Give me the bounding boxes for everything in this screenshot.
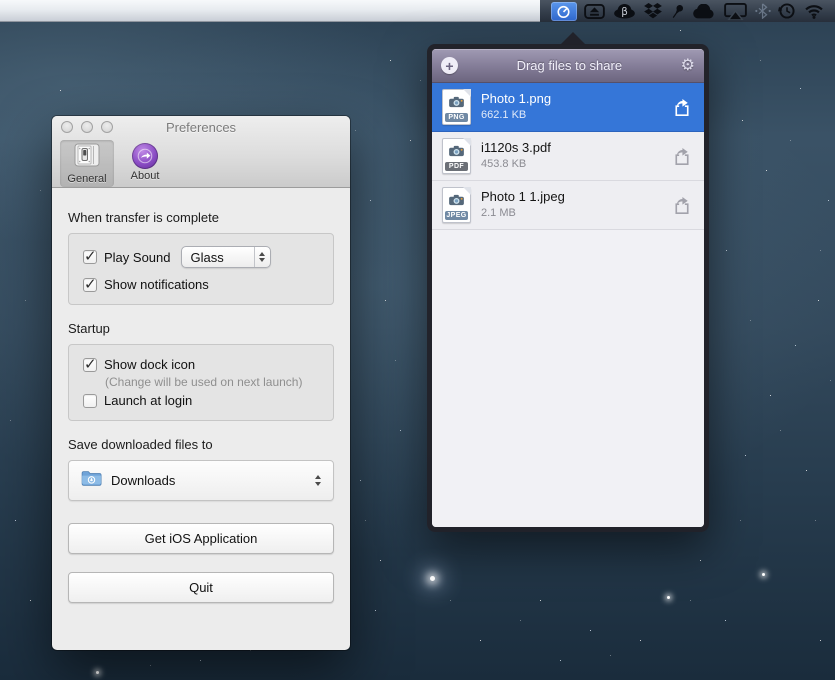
zoom-button[interactable] [101, 121, 113, 133]
pushpin-icon[interactable] [670, 0, 685, 22]
bright-star [430, 576, 435, 581]
launch-at-login-label: Launch at login [104, 393, 192, 408]
down-arrow-icon [315, 482, 321, 486]
time-machine-icon[interactable] [778, 0, 796, 22]
play-sound-label: Play Sound [104, 250, 171, 265]
sound-select-stepper [254, 247, 270, 267]
file-info: Photo 1 1.jpeg 2.1 MB [481, 189, 672, 220]
file-row[interactable]: JPEG Photo 1 1.jpeg 2.1 MB [432, 181, 704, 230]
bright-star [96, 671, 99, 674]
folder-select-stepper [315, 475, 321, 486]
droplr-app-icon[interactable] [551, 0, 577, 22]
file-size: 2.1 MB [481, 206, 672, 220]
wifi-icon[interactable] [804, 0, 824, 22]
file-size: 662.1 KB [481, 108, 672, 122]
png-file-icon: PNG [442, 89, 471, 125]
preferences-header: Preferences General About [52, 116, 350, 188]
get-ios-application-button[interactable]: Get iOS Application [68, 523, 334, 554]
startup-groupbox: Show dock icon (Change will be used on n… [68, 344, 334, 421]
jpeg-file-icon: JPEG [442, 187, 471, 223]
show-dock-icon-checkbox[interactable] [83, 358, 97, 372]
eject-icon[interactable] [584, 0, 605, 22]
add-file-button[interactable]: + [441, 57, 458, 74]
save-folder-value: Downloads [111, 473, 315, 488]
tab-about[interactable]: About [118, 140, 172, 184]
file-info: Photo 1.png 662.1 KB [481, 91, 672, 122]
file-row[interactable]: PDF i1120s 3.pdf 453.8 KB [432, 132, 704, 181]
transfer-groupbox: Play Sound Glass Show notifications [68, 233, 334, 305]
dock-icon-note: (Change will be used on next launch) [105, 375, 319, 389]
cloud-icon[interactable] [692, 0, 716, 22]
menu-bar-empty-area [0, 0, 540, 22]
airplay-icon[interactable] [724, 0, 747, 22]
droplr-app-icon-highlight [551, 2, 577, 21]
bright-star [762, 573, 765, 576]
bright-star [667, 596, 670, 599]
title-bar[interactable]: Preferences [52, 116, 350, 138]
about-icon [132, 143, 158, 169]
play-sound-checkbox[interactable] [83, 250, 97, 264]
popover-title: Drag files to share [458, 58, 681, 73]
beta-hat-icon[interactable]: β [613, 0, 636, 22]
file-list-empty-area [432, 230, 704, 527]
dropbox-icon[interactable] [644, 0, 662, 22]
save-to-heading: Save downloaded files to [68, 437, 334, 452]
downloads-folder-icon [81, 470, 102, 491]
preferences-content: When transfer is complete Play Sound Gla… [52, 188, 350, 603]
sound-select-value: Glass [182, 250, 254, 265]
pdf-file-icon: PDF [442, 138, 471, 174]
up-arrow-icon [259, 252, 265, 256]
preferences-toolbar: General About [52, 138, 350, 187]
minimize-button[interactable] [81, 121, 93, 133]
tab-about-label: About [131, 170, 160, 182]
menu-bar: β [0, 0, 835, 22]
sound-select[interactable]: Glass [181, 246, 271, 268]
switch-icon [74, 143, 100, 172]
save-folder-select[interactable]: Downloads [68, 460, 334, 501]
traffic-lights [61, 121, 113, 133]
file-type-badge: PNG [445, 113, 468, 122]
quit-button[interactable]: Quit [68, 572, 334, 603]
share-icon[interactable] [672, 98, 692, 116]
share-icon[interactable] [672, 196, 692, 214]
file-name: i1120s 3.pdf [481, 140, 672, 157]
gear-icon[interactable]: ⚙ [681, 58, 695, 74]
preferences-window: Preferences General About When transfer … [52, 116, 350, 650]
tab-general[interactable]: General [60, 140, 114, 187]
share-popover: + Drag files to share ⚙ PNG Photo 1.png … [427, 44, 709, 532]
show-dock-icon-label: Show dock icon [104, 357, 195, 372]
up-arrow-icon [315, 475, 321, 479]
popover-header: + Drag files to share ⚙ [432, 49, 704, 83]
launch-at-login-checkbox[interactable] [83, 394, 97, 408]
share-popover-inner: + Drag files to share ⚙ PNG Photo 1.png … [432, 49, 704, 527]
file-type-badge: JPEG [445, 211, 468, 220]
menu-bar-status-icons: β [540, 0, 835, 22]
transfer-heading: When transfer is complete [68, 210, 334, 225]
file-size: 453.8 KB [481, 157, 672, 171]
show-notifications-label: Show notifications [104, 277, 209, 292]
startup-heading: Startup [68, 321, 334, 336]
down-arrow-icon [259, 258, 265, 262]
file-row[interactable]: PNG Photo 1.png 662.1 KB [432, 83, 704, 132]
file-list: PNG Photo 1.png 662.1 KB PDF i1120s 3.pd… [432, 83, 704, 527]
file-name: Photo 1 1.jpeg [481, 189, 672, 206]
file-name: Photo 1.png [481, 91, 672, 108]
file-info: i1120s 3.pdf 453.8 KB [481, 140, 672, 171]
file-type-badge: PDF [445, 162, 468, 171]
share-icon[interactable] [672, 147, 692, 165]
close-button[interactable] [61, 121, 73, 133]
svg-text:β: β [621, 6, 628, 18]
tab-general-label: General [67, 173, 106, 185]
bluetooth-icon[interactable] [755, 0, 771, 22]
show-notifications-checkbox[interactable] [83, 278, 97, 292]
